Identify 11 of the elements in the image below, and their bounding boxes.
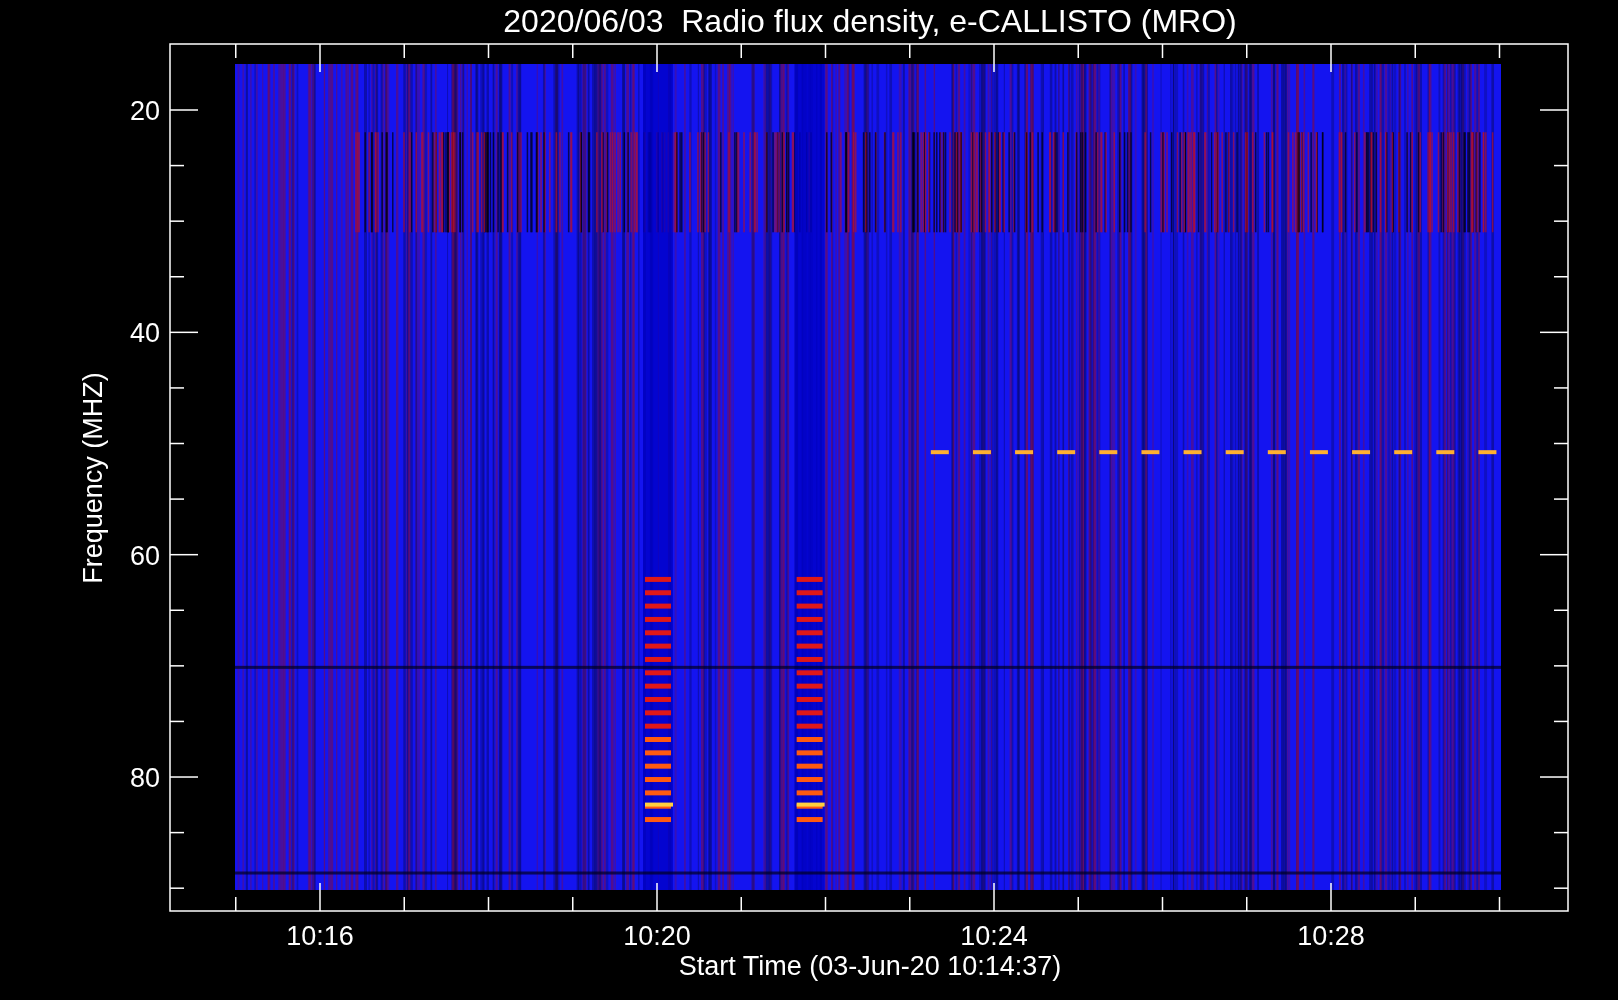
y-tick-label: 20: [129, 96, 160, 126]
x-axis-label: Start Time (03-Jun-20 10:14:37): [678, 951, 1062, 981]
y-tick-label: 60: [129, 540, 160, 571]
y-tick-label: 80: [129, 763, 160, 793]
x-tick-label: 10:20: [623, 921, 691, 951]
y-axis-label: Frequency (MHZ): [78, 372, 108, 584]
x-tick-label: 10:28: [1297, 921, 1365, 951]
y-tick-label: 40: [129, 318, 160, 349]
x-tick-label: 10:16: [286, 921, 354, 951]
x-tick-label: 10:24: [960, 921, 1028, 951]
chart-title: 2020/06/03 Radio flux density, e-CALLISTO (MRO): [503, 3, 1237, 39]
